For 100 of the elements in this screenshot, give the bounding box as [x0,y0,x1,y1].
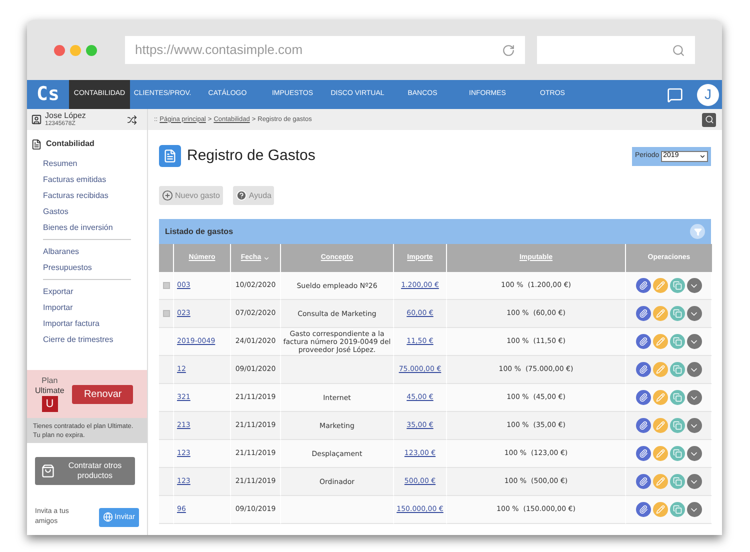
copy-icon [672,337,682,346]
paperclip-icon [638,309,648,318]
table-title: Listado de gastos [165,226,234,238]
sidebar-link[interactable]: Cierre de trimestres [43,332,131,348]
sidebar-link[interactable]: Resumen [43,156,131,172]
logo[interactable]: Cs [27,80,69,109]
pencil-icon [656,421,664,430]
help-icon[interactable] [667,86,683,102]
sidebar-link[interactable]: Importar [43,300,131,316]
pencil-icon [656,449,664,458]
paperclip-icon [638,449,648,458]
buy-products-button[interactable]: Contratar otros productos [35,457,135,485]
paperclip-icon [638,281,648,290]
attach-button[interactable] [636,306,650,321]
more-button[interactable] [686,278,702,293]
duplicate-button[interactable] [670,502,684,517]
attach-button[interactable] [636,334,650,349]
duplicate-button[interactable] [670,418,684,433]
user-name: Jose López [45,110,87,120]
plan-label: Plan [42,376,58,386]
duplicate-button[interactable] [670,446,684,461]
pencil-icon [656,505,664,514]
sidebar-link[interactable]: Albaranes [43,244,131,260]
help-icon [236,190,247,201]
dropdown-caret-icon [699,152,706,160]
attach-button[interactable] [636,502,650,517]
filter-button[interactable] [690,224,705,239]
user-icon [31,114,42,125]
attach-button[interactable] [636,362,650,377]
plan-name: Ultimate [35,386,64,396]
attach-button[interactable] [636,474,650,489]
more-button[interactable] [686,446,702,461]
sort-icon [263,254,270,262]
paperclip-icon [638,365,648,374]
copy-icon [672,309,682,318]
sidebar-link[interactable]: Presupuestos [43,260,131,276]
copy-icon [672,281,682,290]
row-checkbox[interactable] [162,310,170,317]
pencil-icon [656,281,664,290]
paperclip-icon [638,421,648,430]
more-button[interactable] [686,502,702,517]
shopping-bag-icon [41,464,55,478]
more-button[interactable] [686,390,702,405]
copy-icon [672,477,682,486]
copy-icon [672,449,682,458]
close-window-icon[interactable] [54,44,65,56]
pencil-icon [656,393,664,402]
duplicate-button[interactable] [670,390,684,405]
more-button[interactable] [686,334,702,349]
duplicate-button[interactable] [670,306,684,321]
more-button[interactable] [686,306,702,321]
paperclip-icon [638,337,648,346]
reload-icon[interactable] [502,44,515,56]
pencil-icon [656,309,664,318]
more-button[interactable] [686,474,702,489]
pencil-icon [656,365,664,374]
paperclip-icon [638,393,648,402]
duplicate-button[interactable] [670,362,684,377]
page-title: Registro de Gastos [187,146,316,166]
paperclip-icon [638,477,648,486]
avatar[interactable]: J [697,84,719,106]
attach-button[interactable] [636,446,650,461]
search-icon [672,44,685,56]
attach-button[interactable] [636,278,650,293]
sidebar-link[interactable]: Bienes de inversión [43,220,131,236]
filter-icon [694,228,702,236]
browser-search-field[interactable] [536,36,695,64]
duplicate-button[interactable] [670,474,684,489]
copy-icon [672,393,682,402]
duplicate-button[interactable] [670,278,684,293]
copy-icon [672,505,682,514]
sidebar-link[interactable]: Facturas recibidas [43,188,131,204]
more-button[interactable] [686,362,702,377]
row-checkbox[interactable] [162,282,170,289]
paperclip-icon [638,505,648,514]
copy-icon [672,365,682,374]
search-icon [704,115,714,124]
document-icon [31,138,42,150]
search-button[interactable] [702,112,716,126]
attach-button[interactable] [636,390,650,405]
sidebar-link[interactable]: Facturas emitidas [43,172,131,188]
duplicate-button[interactable] [670,334,684,349]
plus-icon [162,190,173,201]
pencil-icon [656,337,664,346]
pencil-icon [656,477,664,486]
switch-icon[interactable] [127,114,137,124]
more-button[interactable] [686,418,702,433]
copy-icon [672,421,682,430]
globe-icon [102,512,113,522]
renew-button[interactable]: Renovar [72,384,134,404]
url-text: https://www.contasimple.com [135,41,303,60]
sidebar-section-title: Contabilidad [46,138,94,150]
attach-button[interactable] [636,418,650,433]
minimize-window-icon[interactable] [70,44,81,56]
sidebar-link[interactable]: Gastos [43,204,131,220]
maximize-window-icon[interactable] [86,44,97,56]
sidebar-link[interactable]: Importar factura [43,316,131,332]
sidebar-link[interactable]: Exportar [43,284,131,300]
plan-badge: U [42,396,58,412]
page-icon [159,145,181,167]
